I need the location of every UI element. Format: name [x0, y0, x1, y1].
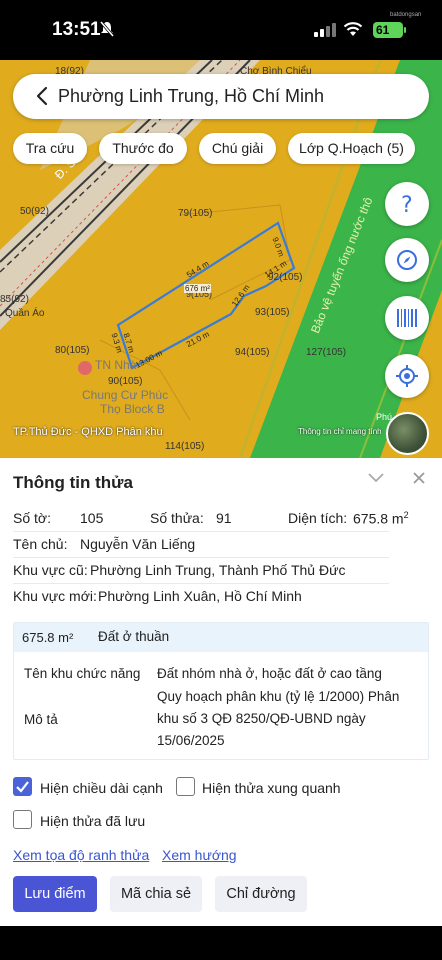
check-icon: [16, 781, 29, 793]
shop-label: Quần Áo: [5, 308, 45, 319]
chip-thuoc-do[interactable]: Thước đo: [99, 133, 187, 164]
kv-cu-label: Khu vực cũ:: [13, 562, 88, 578]
battery-tip: [404, 27, 406, 33]
divider: [13, 583, 389, 584]
ten-chu-label: Tên chủ:: [13, 536, 68, 552]
zoning-info-box: 675.8 m² Đất ở thuần Tên khu chức năng Đ…: [13, 622, 429, 760]
area-label: 676 m²: [184, 284, 211, 293]
so-thua-label: Số thửa:: [150, 510, 204, 526]
wifi-icon: [343, 21, 363, 42]
cellular-signal-icon: [314, 23, 336, 42]
crosshair-icon: [396, 365, 418, 387]
parcel-label: 80(105): [55, 345, 90, 356]
poi-label: Thọ Block B: [100, 402, 165, 416]
description-line: Quy hoạch phân khu (tỷ lệ 1/2000) Phân: [157, 689, 400, 704]
chip-chu-giai[interactable]: Chú giải: [199, 133, 276, 164]
surrounding-label[interactable]: Hiện thửa xung quanh: [202, 780, 341, 796]
kv-cu-value: Phường Linh Trung, Thành Phố Thủ Đức: [90, 562, 346, 578]
directions-button[interactable]: Chỉ đường: [215, 876, 307, 912]
silent-bell-icon: [99, 21, 115, 40]
compass-button[interactable]: [385, 238, 429, 282]
so-to-label: Số tờ:: [13, 510, 51, 526]
satellite-toggle[interactable]: [386, 412, 429, 455]
barcode-button[interactable]: [385, 296, 429, 340]
close-icon[interactable]: [412, 471, 426, 490]
parcel-label: 50(92): [20, 206, 49, 217]
parcel-label: 90(105): [108, 376, 143, 387]
map-disclaimer: Thông tin chỉ mang tính: [298, 427, 382, 436]
compass-icon: [397, 250, 417, 270]
zoning-land-type: Đất ở thuần: [98, 629, 170, 644]
parcel-label: 127(105): [306, 347, 347, 358]
parcel-label: 93(105): [255, 307, 290, 318]
parcel-label: 94(105): [235, 347, 270, 358]
description-line: khu số 3 QĐ 8250/QĐ-UBND ngày: [157, 711, 366, 726]
saved-parcels-label[interactable]: Hiện thửa đã lưu: [40, 813, 145, 829]
watermark: batdongsan: [390, 12, 422, 18]
divider: [13, 531, 389, 532]
ten-chu-value: Nguyễn Văn Liếng: [80, 536, 196, 552]
home-indicator-area: [0, 926, 442, 960]
zoning-header: [14, 623, 428, 652]
edge-length-checkbox[interactable]: [13, 777, 32, 796]
question-icon: ?: [401, 193, 413, 216]
barcode-icon: [397, 309, 417, 327]
view-coordinates-link[interactable]: Xem tọa độ ranh thửa: [13, 847, 149, 863]
status-bar: 13:51 batdongsan 61: [0, 0, 442, 60]
search-bar[interactable]: Phường Linh Trung, Hồ Chí Minh: [13, 74, 429, 119]
share-code-button[interactable]: Mã chia sẻ: [110, 876, 202, 912]
so-to-value: 105: [80, 510, 104, 526]
clock: 13:51: [52, 19, 101, 40]
function-value: Đất nhóm nhà ở, hoặc đất ở cao tầng: [157, 666, 382, 681]
save-point-button[interactable]: Lưu điểm: [13, 876, 97, 912]
parcel-label: 79(105): [178, 208, 213, 219]
surrounding-checkbox[interactable]: [176, 777, 195, 796]
help-button[interactable]: ?: [385, 182, 429, 226]
description-line: 15/06/2025: [157, 733, 225, 748]
description-label: Mô tả: [24, 712, 58, 727]
parcel-label: 85(92): [0, 294, 29, 305]
so-thua-value: 91: [216, 510, 232, 526]
search-query[interactable]: Phường Linh Trung, Hồ Chí Minh: [58, 86, 324, 107]
function-label: Tên khu chức năng: [24, 666, 141, 681]
map-view[interactable]: 18(92) Chợ Bình Chiểu 50(92) 79(105) 92(…: [0, 60, 442, 458]
map-layer-caption: TP.Thủ Đức - QHXD Phân khu: [13, 426, 163, 438]
locate-button[interactable]: [385, 354, 429, 398]
view-direction-link[interactable]: Xem hướng: [162, 847, 237, 863]
map-canvas: [0, 60, 442, 458]
edge-length-label[interactable]: Hiện chiều dài cạnh: [40, 780, 163, 796]
saved-parcels-checkbox[interactable]: [13, 810, 32, 829]
dien-tich-value: 675.8 m2: [353, 510, 409, 527]
panel-title: Thông tin thửa: [13, 473, 133, 492]
back-arrow-icon[interactable]: [31, 84, 55, 108]
kv-moi-value: Phường Linh Xuân, Hồ Chí Minh: [98, 588, 302, 604]
chip-lop-quy-hoach[interactable]: Lớp Q.Hoạch (5): [288, 133, 415, 164]
divider: [13, 557, 389, 558]
chip-tra-cuu[interactable]: Tra cứu: [13, 133, 87, 164]
zoning-area: 675.8 m²: [22, 630, 74, 645]
kv-moi-label: Khu vực mới:: [13, 588, 97, 604]
svg-text:?: ?: [401, 193, 413, 216]
dien-tich-label: Diện tích:: [288, 510, 348, 526]
poi-label: Chung Cư Phúc: [82, 388, 169, 402]
battery-level: 61: [373, 22, 403, 38]
poi-label: TN Nhà: [95, 358, 137, 372]
chevron-down-icon[interactable]: [367, 471, 385, 490]
parcel-label: 114(105): [165, 441, 205, 452]
